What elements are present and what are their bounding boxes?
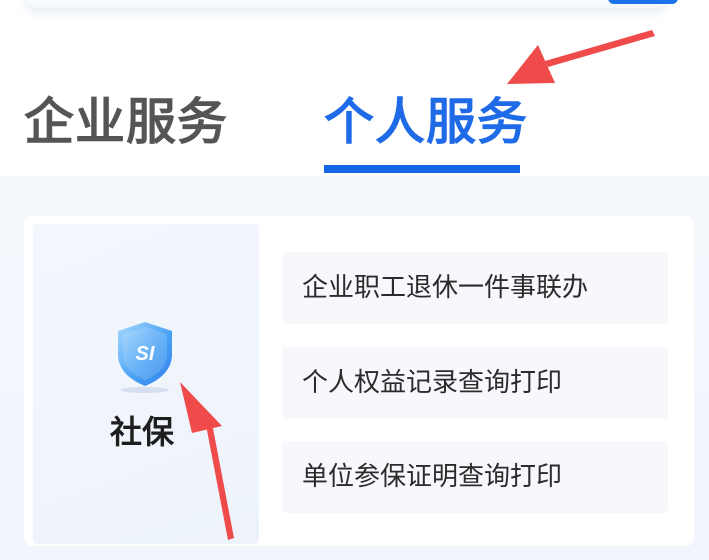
service-item-label: 企业职工退休一件事联办 bbox=[302, 273, 589, 303]
service-item-label: 单位参保证明查询打印 bbox=[302, 462, 563, 492]
service-item-insurance-certificate[interactable]: 单位参保证明查询打印 bbox=[282, 441, 668, 513]
tab-enterprise-services[interactable]: 企业服务 bbox=[24, 92, 228, 152]
service-tabs: 企业服务 个人服务 bbox=[0, 80, 709, 175]
search-bar[interactable] bbox=[26, 0, 678, 8]
service-item-rights-record[interactable]: 个人权益记录查询打印 bbox=[282, 347, 668, 419]
active-tab-indicator bbox=[324, 165, 520, 173]
search-button[interactable] bbox=[608, 0, 678, 4]
service-item-label: 个人权益记录查询打印 bbox=[302, 368, 563, 398]
shield-icon-text: SI bbox=[136, 343, 155, 365]
annotation-arrow-tab bbox=[507, 30, 655, 84]
page: 企业服务 个人服务 SI 社保 企业职工退休一件事联办 个人权益记录查询打印 单… bbox=[0, 0, 709, 560]
shield-si-icon: SI bbox=[118, 322, 172, 393]
tab-personal-services[interactable]: 个人服务 bbox=[324, 92, 528, 152]
service-item-retirement[interactable]: 企业职工退休一件事联办 bbox=[282, 252, 668, 324]
category-label: 社保 bbox=[110, 413, 175, 451]
